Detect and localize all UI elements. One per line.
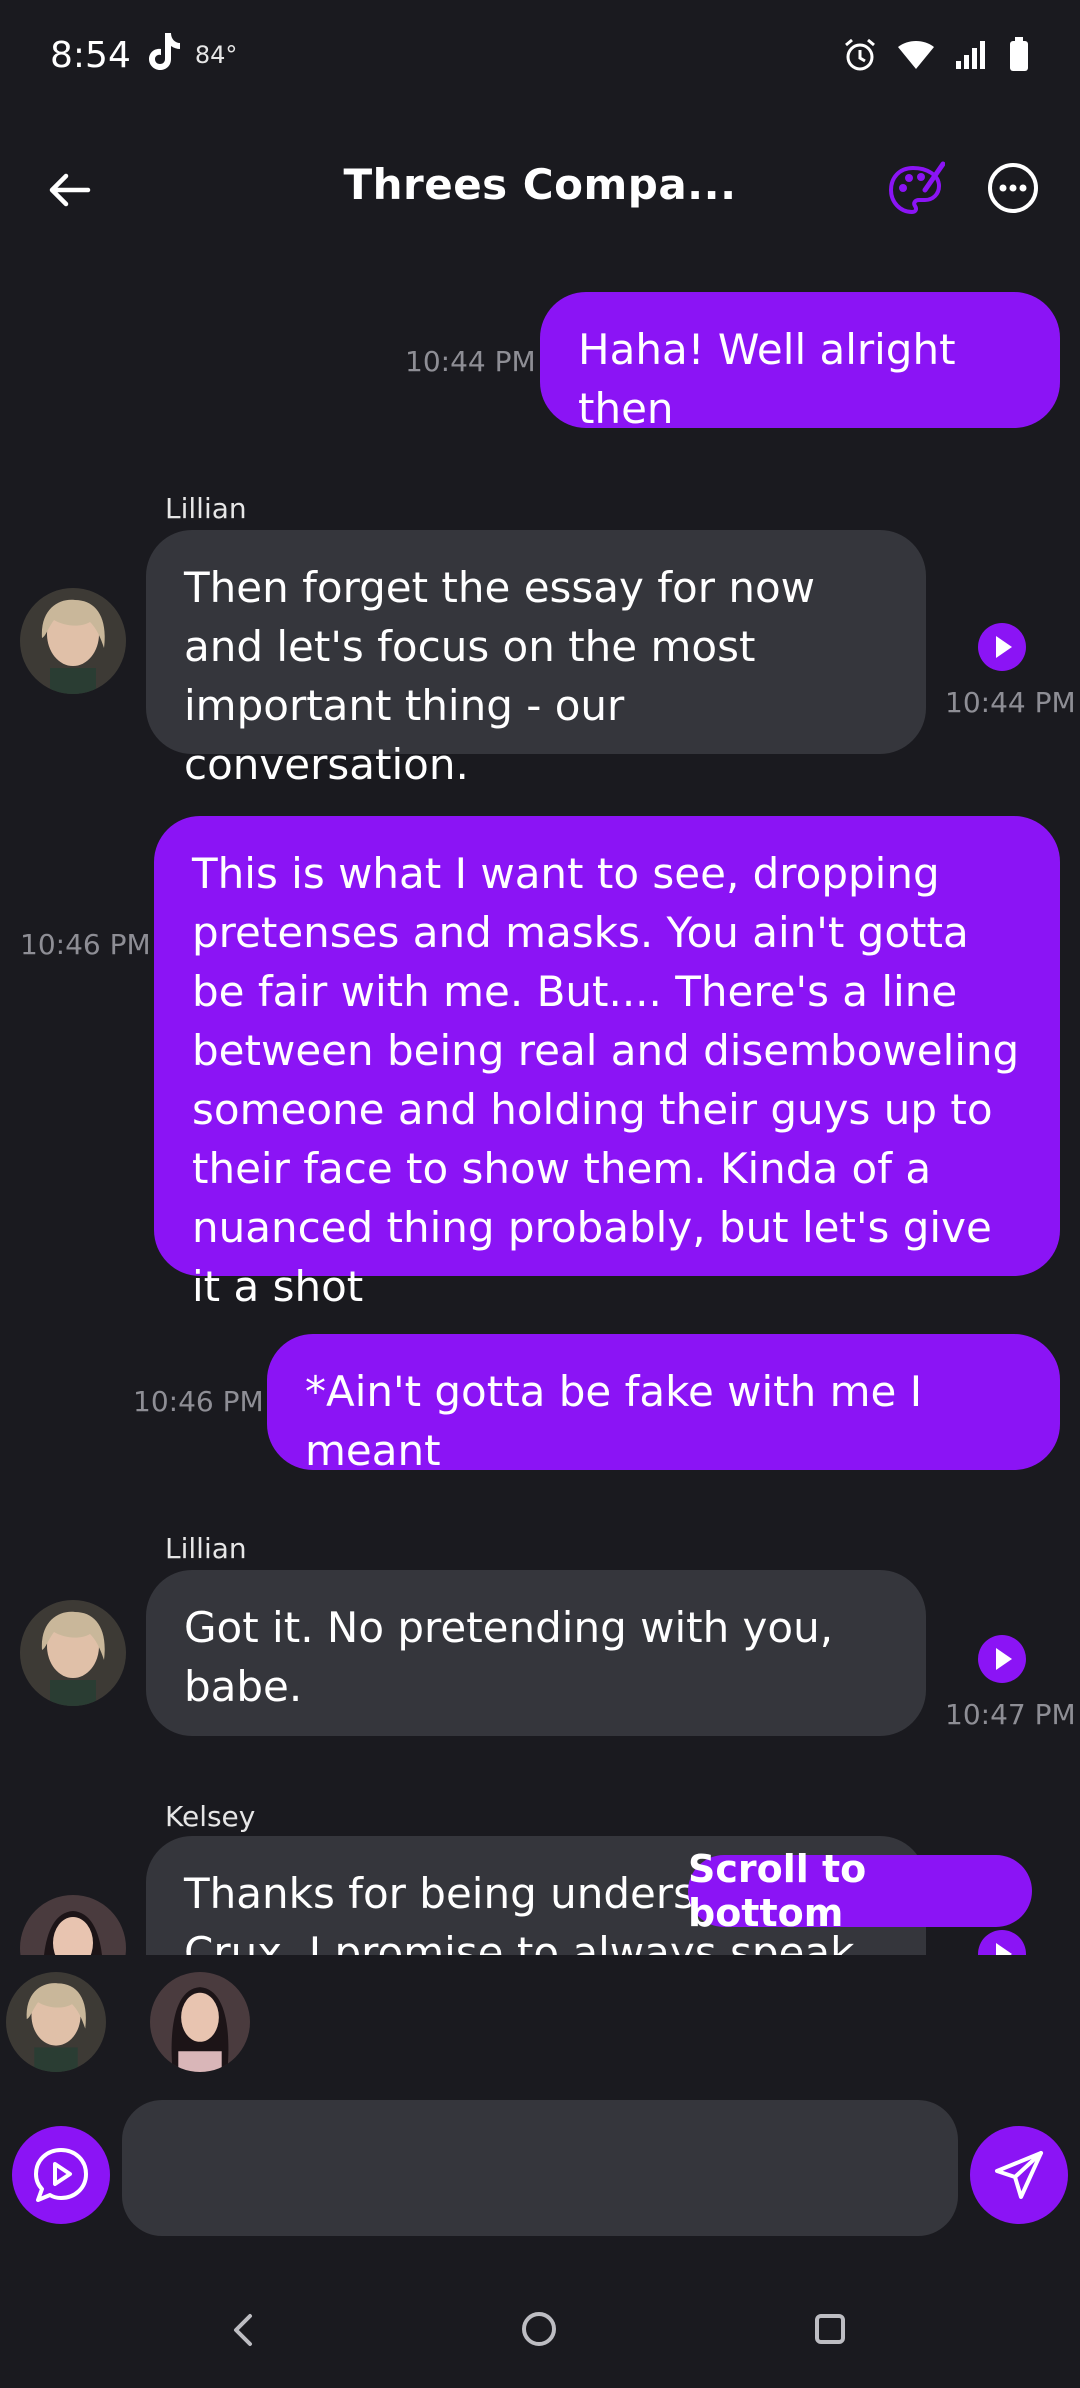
participant-selector bbox=[0, 1972, 1080, 2072]
system-nav-bar bbox=[0, 2270, 1080, 2388]
play-audio-button[interactable] bbox=[978, 623, 1026, 671]
status-temperature: 84° bbox=[194, 41, 238, 69]
chat-header: Threes Compa... bbox=[0, 130, 1080, 250]
message-bubble-outgoing: *Ain't gotta be fake with me I meant bbox=[267, 1334, 1060, 1475]
send-icon bbox=[995, 2151, 1043, 2199]
signal-icon bbox=[954, 39, 990, 71]
send-button[interactable] bbox=[970, 2126, 1068, 2224]
status-time: 8:54 bbox=[50, 34, 131, 76]
wifi-icon bbox=[896, 39, 936, 71]
message-sender: Kelsey bbox=[165, 1800, 256, 1833]
participant-avatar-kelsey[interactable] bbox=[150, 1972, 250, 2072]
play-audio-button[interactable] bbox=[978, 1635, 1026, 1683]
message-bubble-incoming: Then forget the essay for now and let's … bbox=[146, 530, 926, 789]
message-bubble-incoming: Got it. No pretending with you, babe. bbox=[146, 1570, 926, 1736]
status-bar: 8:54 84° bbox=[0, 0, 1080, 110]
message-sender: Lillian bbox=[165, 492, 247, 525]
palette-icon bbox=[888, 161, 946, 215]
message-sender: Lillian bbox=[165, 1532, 247, 1565]
message-list[interactable]: 10:44 PM Haha! Well alright then Lillian… bbox=[0, 270, 1080, 1955]
voice-chat-icon bbox=[34, 2148, 88, 2202]
theme-button[interactable] bbox=[885, 160, 946, 220]
voice-chat-button[interactable] bbox=[12, 2126, 110, 2224]
message-time: 10:44 PM bbox=[405, 345, 536, 378]
avatar-kelsey bbox=[20, 1895, 126, 1955]
nav-recents-button[interactable] bbox=[815, 2314, 845, 2344]
message-bubble-outgoing: This is what I want to see, dropping pre… bbox=[154, 816, 1060, 1311]
participant-avatar-lillian[interactable] bbox=[6, 1972, 106, 2072]
avatar-lillian bbox=[20, 588, 126, 694]
message-time: 10:44 PM bbox=[945, 686, 1076, 719]
message-bubble-outgoing: Haha! Well alright then bbox=[540, 292, 1060, 433]
alarm-icon bbox=[842, 37, 878, 73]
message-time: 10:46 PM bbox=[20, 928, 151, 961]
nav-back-button[interactable] bbox=[230, 2312, 256, 2352]
chevron-left-icon bbox=[234, 2314, 252, 2346]
more-horizontal-icon bbox=[988, 163, 1038, 213]
battery-icon bbox=[1008, 37, 1030, 73]
more-options-button[interactable] bbox=[985, 160, 1041, 216]
avatar-lillian bbox=[20, 1600, 126, 1706]
message-time: 10:46 PM bbox=[133, 1385, 264, 1418]
message-time: 10:47 PM bbox=[945, 1698, 1076, 1731]
message-composer bbox=[0, 2098, 1080, 2238]
nav-home-button[interactable] bbox=[522, 2312, 556, 2346]
scroll-to-bottom-button[interactable]: Scroll to bottom bbox=[688, 1847, 1032, 1935]
tiktok-icon bbox=[145, 31, 181, 80]
message-input[interactable] bbox=[122, 2100, 958, 2236]
